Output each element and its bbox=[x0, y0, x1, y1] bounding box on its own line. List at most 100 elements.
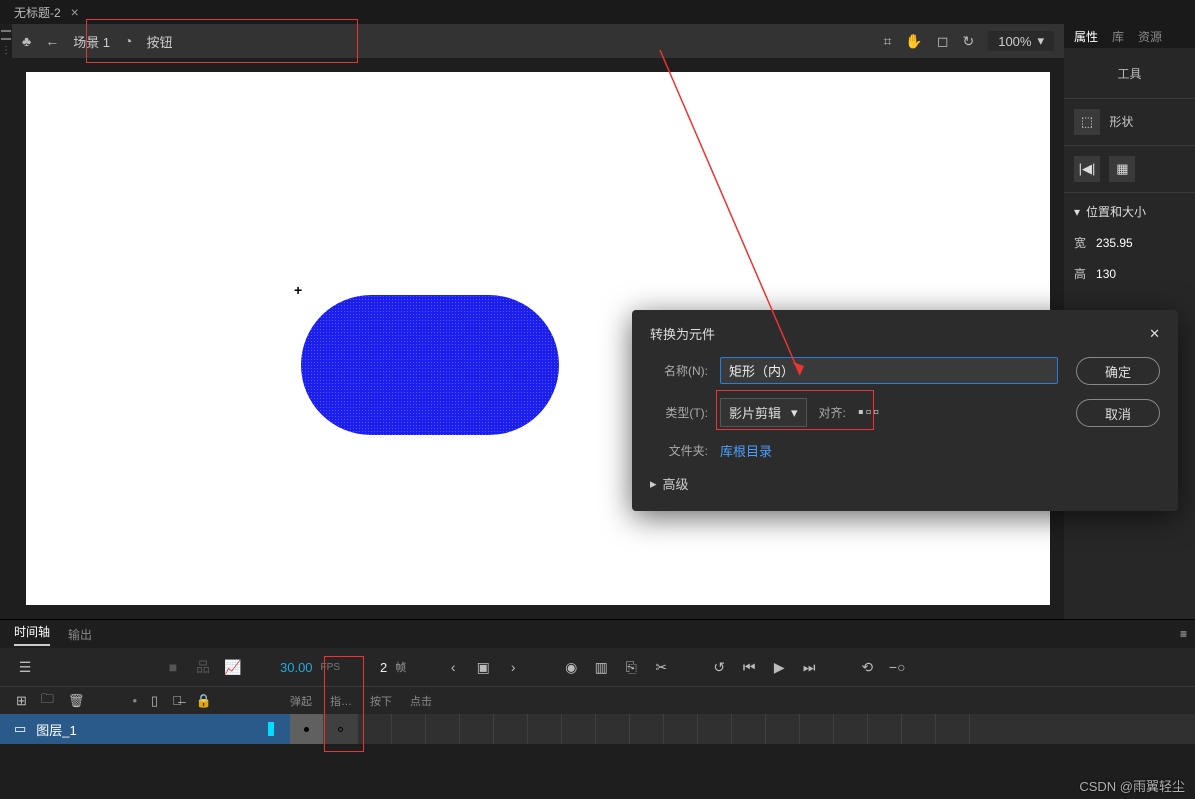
clover-icon: ♣ bbox=[22, 33, 31, 49]
fps-label: FPS bbox=[321, 662, 340, 673]
skip-fwd-icon[interactable]: ⏭ bbox=[798, 656, 820, 678]
hand-icon[interactable]: ✋ bbox=[905, 33, 922, 50]
playhead-time: 30.00 bbox=[280, 660, 313, 675]
align-horizontal-icon[interactable]: |◀| bbox=[1074, 156, 1100, 182]
lock-icon[interactable]: 🔒 bbox=[196, 693, 212, 709]
chevron-down-icon: ▾ bbox=[791, 405, 798, 421]
folder-icon[interactable]: 🗀 bbox=[41, 690, 54, 712]
folder-label: 文件夹: bbox=[650, 442, 708, 459]
frame-cell[interactable] bbox=[732, 714, 766, 744]
frame-cell[interactable] bbox=[528, 714, 562, 744]
onion-icon[interactable]: ◉ bbox=[560, 656, 582, 678]
frame-cell[interactable] bbox=[630, 714, 664, 744]
tab-output[interactable]: 输出 bbox=[68, 626, 92, 643]
frame-cell[interactable] bbox=[698, 714, 732, 744]
timeline-panel: 时间轴 输出 ≡ ☰ ■ 品 📈 30.00 FPS 2 帧 ‹ ▣ › ◉ ▥… bbox=[0, 619, 1195, 799]
add-layer-icon[interactable]: ⊞ bbox=[16, 693, 27, 709]
graph-icon[interactable]: 品 bbox=[192, 656, 214, 678]
clip-icon[interactable]: ◻ bbox=[937, 33, 949, 50]
next-key-icon[interactable]: › bbox=[502, 656, 524, 678]
frame-label: 帧 bbox=[395, 659, 406, 675]
frame-cell-up[interactable] bbox=[290, 714, 324, 744]
frame-cell[interactable] bbox=[664, 714, 698, 744]
tab-properties[interactable]: 属性 bbox=[1074, 28, 1098, 45]
advanced-label: 高级 bbox=[663, 474, 689, 493]
frame-cell[interactable] bbox=[902, 714, 936, 744]
registration-grid[interactable]: ▪▫▫ bbox=[858, 404, 881, 422]
layer-track[interactable] bbox=[290, 714, 1195, 744]
insert-frame-icon[interactable]: ▣ bbox=[472, 656, 494, 678]
visibility-icon[interactable]: 👁̶ bbox=[172, 693, 182, 708]
chevron-down-icon: ▾ bbox=[1037, 33, 1044, 49]
prev-key-icon[interactable]: ‹ bbox=[442, 656, 464, 678]
layer-row[interactable]: ▭ 图层_1 bbox=[0, 714, 1195, 744]
convert-to-symbol-dialog: 转换为元件 ✕ 名称(N): 类型(T): 影片剪辑 ▾ 对齐: ▪▫▫ 文件夹… bbox=[632, 310, 1178, 511]
advanced-toggle[interactable]: ▸ 高级 bbox=[650, 474, 1058, 493]
outline-icon[interactable]: ▯ bbox=[151, 693, 158, 709]
undo-icon[interactable]: ⟲ bbox=[856, 656, 878, 678]
marker-icon[interactable]: ▥ bbox=[590, 656, 612, 678]
align-grid-icon[interactable]: ▦ bbox=[1109, 156, 1135, 182]
frame-cell[interactable] bbox=[392, 714, 426, 744]
type-label: 类型(T): bbox=[650, 404, 708, 421]
camera-icon[interactable]: ■ bbox=[162, 656, 184, 678]
tab-library[interactable]: 库 bbox=[1112, 28, 1124, 45]
align-section: |◀| ▦ bbox=[1064, 145, 1195, 192]
name-input[interactable] bbox=[720, 357, 1058, 384]
frame-cell[interactable] bbox=[596, 714, 630, 744]
document-tabstrip: 无标题-2 × bbox=[0, 0, 1195, 24]
frame-cell-over[interactable] bbox=[324, 714, 358, 744]
frame-cell[interactable] bbox=[766, 714, 800, 744]
back-icon[interactable]: ← bbox=[45, 33, 59, 49]
cut-icon[interactable]: ✂ bbox=[650, 656, 672, 678]
close-icon[interactable]: × bbox=[71, 4, 79, 20]
layer-name[interactable]: 图层_1 bbox=[36, 720, 76, 739]
zoom-value: 100% bbox=[998, 34, 1031, 49]
type-dropdown[interactable]: 影片剪辑 ▾ bbox=[720, 398, 807, 427]
frame-cell[interactable] bbox=[868, 714, 902, 744]
layers-icon[interactable]: ☰ bbox=[14, 656, 36, 678]
width-value[interactable]: 235.95 bbox=[1096, 236, 1133, 250]
break-icon[interactable]: ⎘ bbox=[620, 656, 642, 678]
zoom-dropdown[interactable]: 100% ▾ bbox=[988, 31, 1054, 51]
rounded-rect-shape[interactable] bbox=[301, 295, 559, 435]
panel-menu-icon[interactable]: ≡ bbox=[1180, 627, 1187, 641]
panel-section-tool: 工具 bbox=[1064, 48, 1195, 98]
height-value[interactable]: 130 bbox=[1096, 267, 1116, 281]
edit-bar: ♣ ← 场景 1 ◔ 按钮 ⌗ ✋ ◻ ↻ 100% ▾ bbox=[12, 24, 1064, 58]
frame-cell[interactable] bbox=[358, 714, 392, 744]
center-stage-icon[interactable]: ⌗ bbox=[884, 33, 892, 50]
ok-button[interactable]: 确定 bbox=[1076, 357, 1160, 385]
dot-icon[interactable]: • bbox=[132, 693, 137, 708]
close-icon[interactable]: ✕ bbox=[1149, 326, 1160, 342]
align-label: 对齐: bbox=[819, 404, 846, 421]
tab-timeline[interactable]: 时间轴 bbox=[14, 623, 50, 646]
document-title: 无标题-2 bbox=[14, 4, 61, 21]
cancel-button[interactable]: 取消 bbox=[1076, 399, 1160, 427]
loop-icon[interactable]: ↺ bbox=[708, 656, 730, 678]
width-label: 宽 bbox=[1074, 234, 1086, 251]
rotate-icon[interactable]: ↻ bbox=[962, 33, 974, 50]
frame-cell[interactable] bbox=[936, 714, 970, 744]
tab-assets[interactable]: 资源 bbox=[1138, 28, 1162, 45]
frame-cell[interactable] bbox=[800, 714, 834, 744]
frame-cell[interactable] bbox=[494, 714, 528, 744]
frame-cell[interactable] bbox=[460, 714, 494, 744]
frame-cell[interactable] bbox=[562, 714, 596, 744]
trash-icon[interactable]: 🗑 bbox=[68, 693, 85, 709]
chevron-down-icon[interactable]: ▾ bbox=[1074, 205, 1080, 219]
breadcrumb-symbol[interactable]: 按钮 bbox=[147, 32, 173, 51]
folder-link[interactable]: 库根目录 bbox=[720, 441, 772, 460]
play-icon[interactable]: ▶ bbox=[768, 656, 790, 678]
frame-cell[interactable] bbox=[834, 714, 868, 744]
dialog-title: 转换为元件 bbox=[650, 324, 715, 343]
frame-cell[interactable] bbox=[426, 714, 460, 744]
chart-icon[interactable]: 📈 bbox=[222, 656, 244, 678]
document-tab[interactable]: 无标题-2 × bbox=[14, 4, 79, 21]
chevron-right-icon: ▸ bbox=[650, 476, 657, 492]
skip-back-icon[interactable]: ⏮ bbox=[738, 656, 760, 678]
layer-type-icon: ▭ bbox=[14, 721, 26, 737]
zoom-out-icon[interactable]: −○ bbox=[886, 656, 908, 678]
shape-label: 形状 bbox=[1109, 115, 1133, 129]
breadcrumb-scene[interactable]: 场景 1 bbox=[73, 32, 110, 51]
